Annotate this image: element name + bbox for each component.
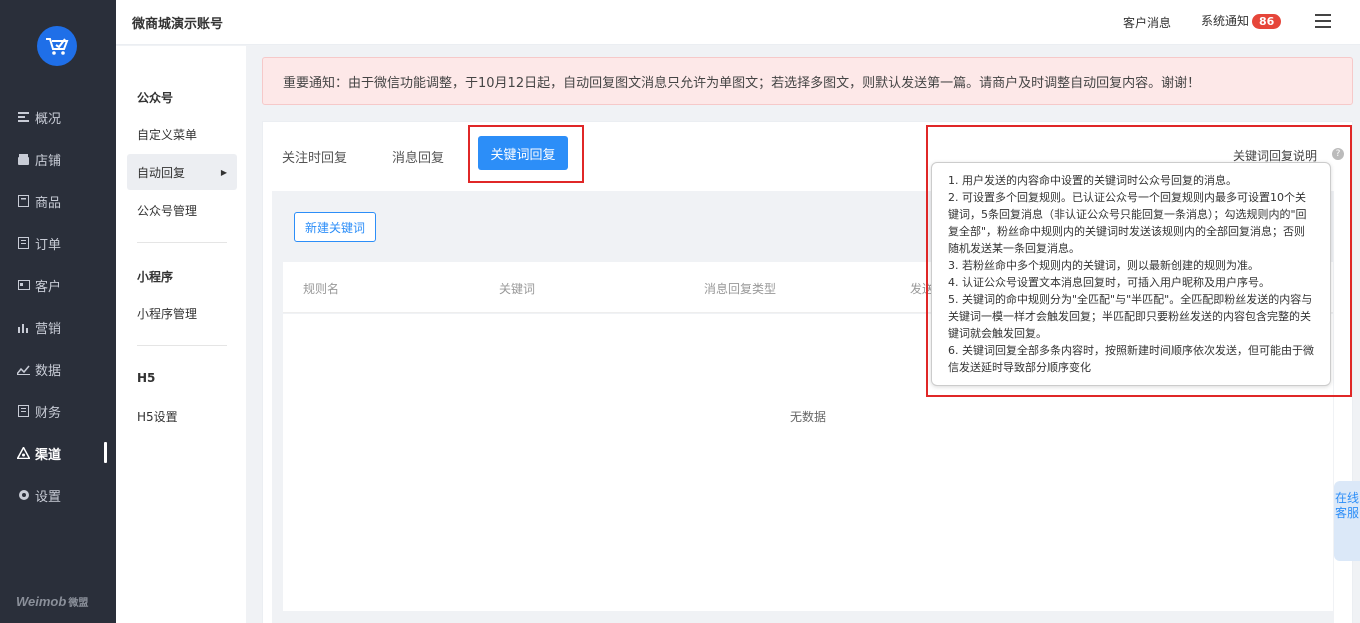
nav-data[interactable]: 数据 [0, 355, 116, 383]
subnav-group-title: H5 [137, 371, 156, 385]
subnav-item-auto-reply[interactable]: 自动回复 ▶ [127, 154, 237, 190]
hamburger-menu-icon[interactable] [1315, 14, 1331, 30]
nav-order[interactable]: 订单 [0, 229, 116, 257]
subnav-item-custom-menu[interactable]: 自定义菜单 [127, 116, 237, 152]
nav-channel[interactable]: 渠道 [0, 439, 116, 467]
tab-message-reply[interactable]: 消息回复 [392, 147, 444, 166]
store-icon [17, 153, 30, 166]
subnav-group-title: 小程序 [137, 270, 174, 284]
tooltip-line: 6. 关键词回复全部多条内容时，按照新建时间顺序依次发送，但可能由于微信发送延时… [948, 344, 1314, 374]
nav-label: 概况 [35, 111, 62, 127]
empty-state-text: 无数据 [790, 410, 827, 424]
system-notice-link[interactable]: 系统通知 86 [1201, 12, 1282, 29]
column-header-keyword: 关键词 [499, 282, 536, 296]
caret-right-icon: ▶ [220, 167, 227, 177]
system-notice-label: 系统通知 [1201, 14, 1250, 28]
settings-icon [17, 489, 30, 502]
nav-label: 商品 [35, 195, 62, 211]
overview-icon [17, 111, 30, 124]
channel-icon [17, 447, 30, 460]
nav-label: 财务 [35, 405, 62, 421]
column-header-reply-type: 消息回复类型 [704, 282, 777, 296]
divider [137, 242, 227, 243]
subnav-item-miniprogram-manage[interactable]: 小程序管理 [127, 295, 237, 331]
highlight-box-tab [468, 125, 584, 183]
marketing-icon [17, 321, 30, 334]
column-header-rule-name: 规则名 [303, 282, 340, 296]
nav-settings[interactable]: 设置 [0, 481, 116, 509]
online-service-button[interactable]: 在线客服 [1334, 481, 1360, 561]
new-keyword-button[interactable]: 新建关键词 [294, 212, 376, 242]
nav-label: 店铺 [35, 153, 62, 169]
main-sidebar: 概况 店铺 商品 订单 客户 营销 数据 财务 渠道 设置 Weimob 微盟 [0, 0, 116, 623]
brand-logo: Weimob 微盟 [16, 594, 89, 609]
customer-message-link[interactable]: 客户消息 [1123, 14, 1171, 31]
subnav-item-account-manage[interactable]: 公众号管理 [127, 192, 237, 228]
customer-icon [17, 279, 30, 292]
tooltip-line: 1. 用户发送的内容命中设置的关键词时公众号回复的消息。 [948, 174, 1237, 187]
nav-marketing[interactable]: 营销 [0, 313, 116, 341]
subnav-item-label: 自动回复 [137, 165, 186, 180]
tab-follow-reply[interactable]: 关注时回复 [282, 147, 347, 166]
nav-store[interactable]: 店铺 [0, 145, 116, 173]
goods-icon [17, 195, 30, 208]
data-icon [17, 363, 30, 376]
nav-label: 营销 [35, 321, 62, 337]
nav-finance[interactable]: 财务 [0, 397, 116, 425]
nav-label: 设置 [35, 489, 62, 505]
subnav-group-title: 公众号 [137, 91, 174, 105]
nav-overview[interactable]: 概况 [0, 103, 116, 131]
tooltip-line: 3. 若粉丝命中多个规则内的关键词，则以最新创建的规则为准。 [948, 259, 1259, 272]
nav-label: 数据 [35, 363, 62, 379]
cart-logo-icon [46, 38, 69, 55]
tooltip-line: 4. 认证公众号设置文本消息回复时，可插入用户昵称及用户序号。 [948, 276, 1270, 289]
top-header: 微商城演示账号 客户消息 系统通知 86 [116, 0, 1360, 45]
nav-label: 渠道 [35, 447, 62, 463]
notice-count-badge: 86 [1252, 14, 1282, 29]
nav-customer[interactable]: 客户 [0, 271, 116, 299]
important-notice: 重要通知：由于微信功能调整，于10月12日起，自动回复图文消息只允许为单图文；若… [262, 57, 1353, 105]
tooltip-line: 2. 可设置多个回复规则。已认证公众号一个回复规则内最多可设置10个关键词，5条… [948, 191, 1307, 255]
secondary-nav: 公众号 自定义菜单 自动回复 ▶ 公众号管理 小程序 小程序管理 H5 H5设置 [116, 46, 246, 623]
nav-label: 订单 [35, 237, 62, 253]
finance-icon [17, 405, 30, 418]
account-name: 微商城演示账号 [132, 17, 224, 32]
nav-label: 客户 [35, 279, 62, 295]
keyword-help-tooltip: 1. 用户发送的内容命中设置的关键词时公众号回复的消息。 2. 可设置多个回复规… [931, 162, 1331, 386]
divider [137, 345, 227, 346]
logo[interactable] [37, 26, 77, 66]
tooltip-line: 5. 关键词的命中规则分为"全匹配"与"半匹配"。全匹配即粉丝发送的内容与关键词… [948, 293, 1313, 340]
order-icon [17, 237, 30, 250]
subnav-item-h5-settings[interactable]: H5设置 [127, 398, 237, 434]
nav-goods[interactable]: 商品 [0, 187, 116, 215]
